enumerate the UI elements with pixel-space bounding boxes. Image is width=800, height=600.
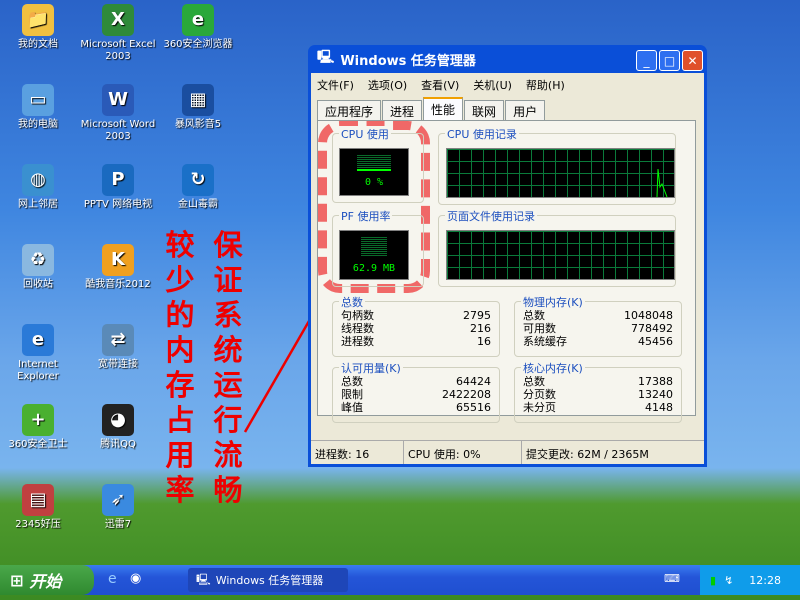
menu-help[interactable]: 帮助(H) — [526, 77, 565, 92]
stat-value: 778492 — [631, 322, 673, 335]
stat-value: 2422208 — [442, 388, 491, 401]
stat-row: 进程数 16 — [341, 335, 491, 348]
pf-usage-label: PF 使用率 — [339, 208, 393, 224]
group-label: 总数 — [339, 294, 365, 310]
status-cpu: CPU 使用: 0% — [404, 441, 522, 464]
stat-label: 峰值 — [341, 401, 363, 414]
performance-panel: CPU 使用 0 % CPU 使用记录 PF 使用率 62.9 MB 页面文件使… — [317, 120, 696, 423]
stat-label: 可用数 — [523, 322, 556, 335]
clock[interactable]: 12:28 — [749, 574, 781, 587]
task-manager-tray-icon[interactable]: ▮ — [710, 574, 716, 587]
stat-label: 未分页 — [523, 401, 556, 414]
stat-label: 系统缓存 — [523, 335, 567, 348]
stat-value: 13240 — [638, 388, 673, 401]
system-tray: ▮ ↯ 12:28 — [700, 565, 800, 595]
stat-value: 4148 — [645, 401, 673, 414]
stat-label: 总数 — [523, 375, 545, 388]
network-tray-icon[interactable]: ↯ — [724, 574, 733, 587]
cpu-usage-value: 0 % — [364, 177, 384, 188]
group-label: 认可用量(K) — [339, 360, 403, 376]
stat-value: 45456 — [638, 335, 673, 348]
close-button[interactable]: ✕ — [682, 50, 703, 71]
stat-label: 限制 — [341, 388, 363, 401]
ie-quicklaunch-icon[interactable]: e — [108, 571, 117, 587]
cpu-history-label: CPU 使用记录 — [445, 126, 519, 142]
menu-file[interactable]: 文件(F) — [317, 77, 354, 92]
tab-networking[interactable]: 联网 — [464, 100, 505, 120]
stat-value: 65516 — [456, 401, 491, 414]
menu-bar: 文件(F) 选项(O) 查看(V) 关机(U) 帮助(H) — [311, 73, 704, 95]
stat-label: 分页数 — [523, 388, 556, 401]
group-label: 核心内存(K) — [521, 360, 585, 376]
cpu-usage-label: CPU 使用 — [339, 126, 391, 142]
cpu-history-graph — [446, 148, 675, 198]
tab-applications[interactable]: 应用程序 — [317, 100, 382, 120]
stat-row: 可用数 778492 — [523, 322, 673, 335]
menu-shutdown[interactable]: 关机(U) — [473, 77, 512, 92]
stat-value: 1048048 — [624, 309, 673, 322]
stat-value: 216 — [470, 322, 491, 335]
stat-row: 峰值 65516 — [341, 401, 491, 414]
menu-view[interactable]: 查看(V) — [421, 77, 459, 92]
cpu-usage-group: CPU 使用 0 % — [332, 126, 424, 203]
status-bar: 进程数: 16 CPU 使用: 0% 提交更改: 62M / 2365M — [311, 440, 704, 464]
stat-row: 未分页 4148 — [523, 401, 673, 414]
tab-performance[interactable]: 性能 — [423, 97, 464, 120]
pf-usage-value: 62.9 MB — [352, 263, 396, 274]
stat-label: 进程数 — [341, 335, 374, 348]
stat-label: 句柄数 — [341, 309, 374, 322]
stat-label: 总数 — [341, 375, 363, 388]
maximize-button[interactable]: □ — [659, 50, 680, 71]
start-button[interactable]: ⊞ 开始 — [0, 565, 94, 595]
task-manager-icon: 🖳 — [317, 50, 335, 65]
tab-users[interactable]: 用户 — [505, 100, 546, 120]
stat-row: 总数 17388 — [523, 375, 673, 388]
task-manager-icon: 🖳 — [196, 572, 211, 586]
status-processes: 进程数: 16 — [311, 441, 404, 464]
stat-row: 总数 64424 — [341, 375, 491, 388]
group-label: 物理内存(K) — [521, 294, 585, 310]
task-manager-window: 🖳 Windows 任务管理器 _ □ ✕ 文件(F) 选项(O) 查看(V) … — [308, 45, 707, 467]
cpu-history-group: CPU 使用记录 — [438, 126, 676, 205]
taskbar-task-manager[interactable]: 🖳 Windows 任务管理器 — [188, 568, 348, 592]
stat-label: 总数 — [523, 309, 545, 322]
stat-label: 线程数 — [341, 322, 374, 335]
window-title: Windows 任务管理器 — [340, 53, 476, 69]
menu-options[interactable]: 选项(O) — [368, 77, 407, 92]
kernel-memory-group: 核心内存(K) 总数 17388 分页数 13240 未分页 4148 — [514, 360, 682, 423]
stat-row: 限制 2422208 — [341, 388, 491, 401]
stat-row: 总数 1048048 — [523, 309, 673, 322]
stat-row: 系统缓存 45456 — [523, 335, 673, 348]
minimize-button[interactable]: _ — [636, 50, 657, 71]
stat-value: 17388 — [638, 375, 673, 388]
stat-row: 分页数 13240 — [523, 388, 673, 401]
taskbar: ⊞ 开始 e ◉ 🖳 Windows 任务管理器 ⌨ ▮ ↯ 12:28 — [0, 565, 800, 595]
tab-processes[interactable]: 进程 — [382, 100, 423, 120]
pf-usage-group: PF 使用率 62.9 MB — [332, 208, 424, 287]
totals-group: 总数 句柄数 2795 线程数 216 进程数 16 — [332, 294, 500, 357]
cpu-usage-meter: 0 % — [339, 148, 409, 196]
stat-row: 句柄数 2795 — [341, 309, 491, 322]
pf-history-label: 页面文件使用记录 — [445, 208, 537, 224]
quicklaunch-icon[interactable]: ◉ — [130, 571, 141, 586]
stat-value: 16 — [477, 335, 491, 348]
stat-row: 线程数 216 — [341, 322, 491, 335]
start-label: 开始 — [29, 572, 62, 591]
keyboard-icon[interactable]: ⌨ — [664, 572, 680, 585]
windows-logo-icon: ⊞ — [10, 570, 24, 590]
stat-value: 64424 — [456, 375, 491, 388]
status-commit: 提交更改: 62M / 2365M — [526, 448, 649, 461]
pf-history-graph — [446, 230, 675, 280]
stat-value: 2795 — [463, 309, 491, 322]
physical-memory-group: 物理内存(K) 总数 1048048 可用数 778492 系统缓存 45456 — [514, 294, 682, 357]
commit-charge-group: 认可用量(K) 总数 64424 限制 2422208 峰值 65516 — [332, 360, 500, 423]
pf-usage-meter: 62.9 MB — [339, 230, 409, 280]
pf-history-group: 页面文件使用记录 — [438, 208, 676, 287]
taskbar-task-label: Windows 任务管理器 — [215, 574, 324, 587]
